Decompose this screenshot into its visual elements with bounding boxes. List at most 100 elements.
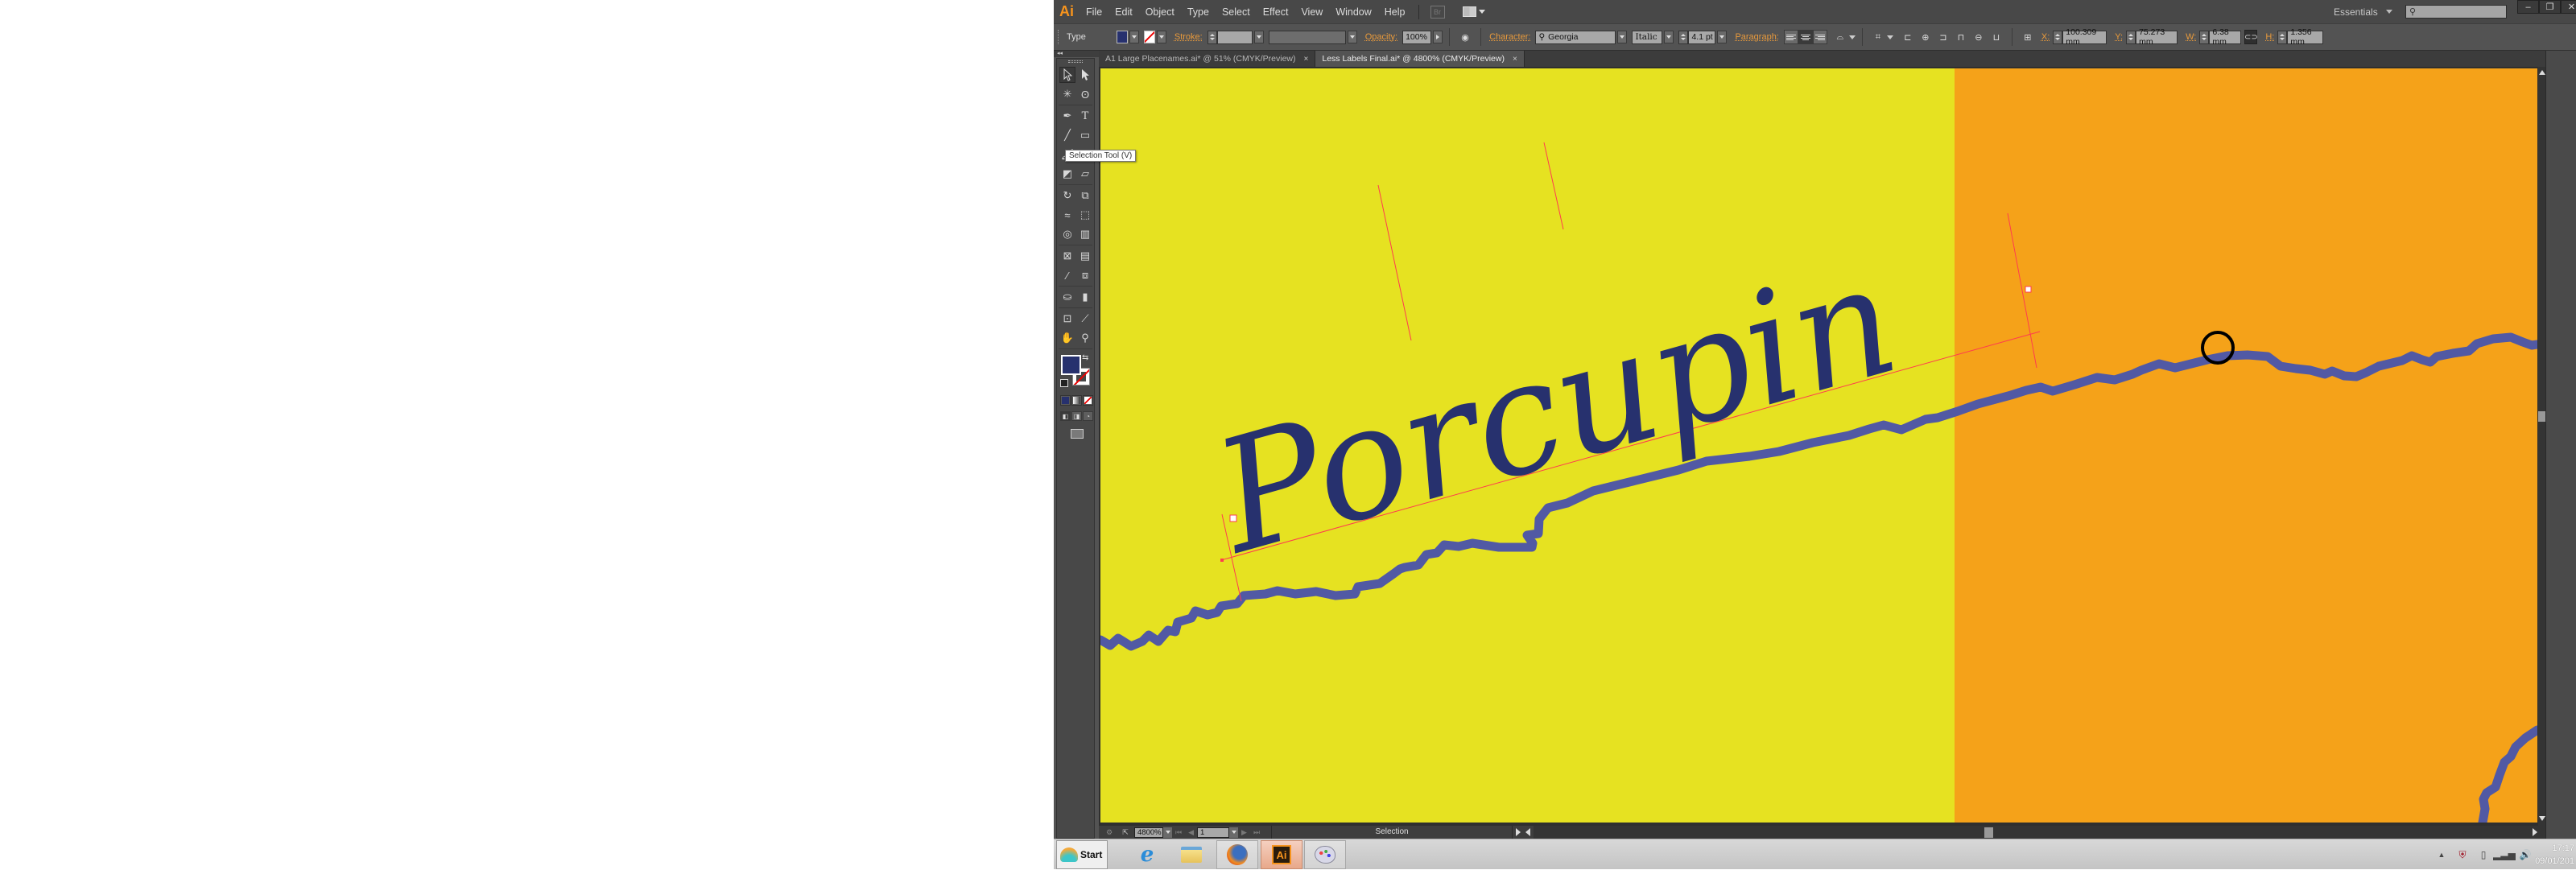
width-stepper[interactable] bbox=[2199, 30, 2210, 44]
stroke-dropdown[interactable] bbox=[1156, 31, 1166, 43]
artboard-dropdown[interactable] bbox=[1229, 827, 1239, 838]
vertical-scroll-thumb[interactable] bbox=[2538, 411, 2545, 422]
align-right-button[interactable] bbox=[1812, 30, 1827, 44]
zoom-tool[interactable]: ⚲ bbox=[1077, 330, 1093, 346]
stroke-style-dropdown[interactable] bbox=[1347, 31, 1357, 43]
opacity-label[interactable]: Opacity: bbox=[1365, 32, 1397, 42]
menu-file[interactable]: File bbox=[1080, 0, 1108, 23]
swap-fill-stroke-icon[interactable]: ⇆ bbox=[1082, 353, 1088, 362]
hand-tool[interactable]: ✋ bbox=[1059, 330, 1075, 346]
scroll-up-arrow[interactable] bbox=[2539, 70, 2545, 75]
path-anchor-point[interactable] bbox=[1220, 559, 1224, 562]
eyedropper-tool[interactable]: ⁄ bbox=[1059, 267, 1075, 283]
close-tab-icon[interactable]: × bbox=[1304, 55, 1309, 64]
panel-grip[interactable] bbox=[1068, 60, 1083, 63]
bridge-button[interactable]: Br bbox=[1430, 5, 1445, 19]
zoom-dropdown[interactable] bbox=[1163, 827, 1172, 838]
tab-a1-large-placenames[interactable]: A1 Large Placenames.ai* @ 51% (CMYK/Prev… bbox=[1099, 51, 1316, 67]
panel-grip[interactable] bbox=[1058, 30, 1060, 44]
shape-builder-tool[interactable]: ◎ bbox=[1059, 226, 1075, 242]
stroke-weight-field[interactable] bbox=[1216, 30, 1253, 44]
font-family-dropdown[interactable] bbox=[1617, 31, 1628, 43]
direct-selection-tool[interactable] bbox=[1077, 67, 1093, 83]
x-label[interactable]: X: bbox=[2041, 32, 2050, 42]
envelope-warp-icon[interactable]: ⌓ bbox=[1834, 31, 1847, 43]
font-size-stepper[interactable] bbox=[1678, 30, 1689, 44]
align-left-button[interactable] bbox=[1783, 30, 1798, 44]
type-tool[interactable]: T bbox=[1077, 108, 1093, 124]
horizontal-scroll-thumb[interactable] bbox=[1984, 827, 1994, 838]
fill-dropdown[interactable] bbox=[1129, 31, 1139, 43]
gradient-tool[interactable]: ▤ bbox=[1077, 248, 1093, 264]
security-shield-icon[interactable]: ⛨ bbox=[2456, 848, 2469, 861]
tab-less-labels-final[interactable]: Less Labels Final.ai* @ 4800% (CMYK/Prev… bbox=[1315, 51, 1525, 67]
zoom-level-field[interactable]: 4800% bbox=[1134, 827, 1163, 838]
close-tab-icon[interactable]: × bbox=[1513, 55, 1517, 64]
menu-select[interactable]: Select bbox=[1216, 0, 1257, 23]
first-artboard-button[interactable]: ⏮ bbox=[1175, 828, 1182, 837]
collapse-panel-button[interactable]: ◂◂ bbox=[1054, 51, 1099, 57]
menu-edit[interactable]: Edit bbox=[1108, 0, 1139, 23]
scale-tool[interactable]: ⧉ bbox=[1077, 188, 1093, 204]
draw-normal-button[interactable]: ◧ bbox=[1060, 411, 1071, 421]
fill-color-swatch[interactable] bbox=[1116, 31, 1128, 43]
y-position-field[interactable]: 75.273 mm bbox=[2136, 27, 2178, 47]
none-mode-button[interactable] bbox=[1083, 395, 1093, 406]
color-mode-button[interactable] bbox=[1060, 395, 1071, 406]
align-horizontal-center-icon[interactable]: ⊕ bbox=[1919, 31, 1932, 43]
y-stepper[interactable] bbox=[2126, 30, 2136, 44]
width-field[interactable]: 6.38 mm bbox=[2209, 27, 2242, 47]
status-menu-arrow[interactable] bbox=[1516, 828, 1521, 836]
eraser-tool[interactable]: ▱ bbox=[1077, 166, 1093, 182]
selection-tool[interactable] bbox=[1059, 67, 1075, 83]
scroll-down-arrow[interactable] bbox=[2539, 816, 2545, 821]
warp-tool[interactable]: ≈ bbox=[1059, 207, 1075, 223]
default-fill-stroke-icon[interactable] bbox=[1060, 379, 1068, 387]
stroke-label[interactable]: Stroke: bbox=[1174, 32, 1203, 42]
menu-help[interactable]: Help bbox=[1378, 0, 1412, 23]
fill-swatch[interactable] bbox=[1061, 355, 1081, 375]
chevron-down-icon[interactable] bbox=[1886, 35, 1893, 39]
x-position-field[interactable]: 100.309 mm bbox=[2062, 27, 2107, 47]
show-hidden-icons-icon[interactable]: ▲ bbox=[2435, 848, 2448, 861]
transform-reference-icon[interactable]: ⌗ bbox=[1872, 31, 1885, 43]
next-artboard-button[interactable]: ▶ bbox=[1241, 828, 1247, 837]
character-label[interactable]: Character: bbox=[1489, 32, 1530, 42]
draw-behind-button[interactable]: ◨ bbox=[1071, 411, 1082, 421]
artboard[interactable]: Porcupin bbox=[1100, 68, 2537, 823]
rotate-tool[interactable]: ↻ bbox=[1059, 188, 1075, 204]
stroke-weight-stepper[interactable] bbox=[1207, 30, 1217, 44]
scroll-right-arrow[interactable] bbox=[2533, 828, 2537, 836]
help-search-input[interactable]: ⚲ bbox=[2405, 5, 2507, 19]
taskbar-firefox[interactable] bbox=[1216, 840, 1258, 869]
paragraph-label[interactable]: Paragraph: bbox=[1735, 32, 1778, 42]
align-bottom-edges-icon[interactable]: ⊔ bbox=[1990, 31, 2003, 43]
menu-window[interactable]: Window bbox=[1329, 0, 1377, 23]
system-clock[interactable]: 17:17 09/01/201 bbox=[2535, 842, 2574, 868]
taskbar-file-explorer[interactable] bbox=[1170, 840, 1212, 869]
menu-view[interactable]: View bbox=[1294, 0, 1329, 23]
restore-button[interactable]: ❐ bbox=[2539, 0, 2561, 14]
font-style-field[interactable]: Italic bbox=[1632, 30, 1663, 44]
line-segment-tool[interactable]: ╱ bbox=[1059, 127, 1075, 143]
height-stepper[interactable] bbox=[2277, 30, 2288, 44]
align-vertical-center-icon[interactable]: ⊖ bbox=[1972, 31, 1985, 43]
align-left-edges-icon[interactable]: ⊏ bbox=[1901, 31, 1914, 43]
horizontal-scrollbar[interactable] bbox=[1534, 826, 2545, 839]
menu-object[interactable]: Object bbox=[1139, 0, 1181, 23]
scroll-left-arrow[interactable] bbox=[1525, 828, 1531, 836]
column-graph-tool[interactable]: ▮ bbox=[1077, 289, 1093, 305]
taskbar-internet-explorer[interactable]: e bbox=[1126, 840, 1168, 869]
magic-wand-tool[interactable]: ✳ bbox=[1059, 86, 1075, 102]
menu-effect[interactable]: Effect bbox=[1257, 0, 1295, 23]
font-size-field[interactable]: 4.1 pt bbox=[1688, 30, 1716, 44]
artboard-tool[interactable]: ⊡ bbox=[1059, 311, 1075, 327]
perspective-grid-tool[interactable]: ▥ bbox=[1077, 226, 1093, 242]
align-center-button[interactable] bbox=[1798, 30, 1813, 44]
stroke-weight-dropdown[interactable] bbox=[1253, 31, 1264, 43]
stroke-style-field[interactable] bbox=[1268, 30, 1346, 44]
workspace-switcher[interactable]: Essentials bbox=[2334, 0, 2392, 23]
rectangle-tool[interactable]: ▭ bbox=[1077, 127, 1093, 143]
status-text[interactable]: Selection bbox=[1271, 826, 1513, 839]
battery-power-icon[interactable]: ▯ bbox=[2477, 848, 2490, 861]
